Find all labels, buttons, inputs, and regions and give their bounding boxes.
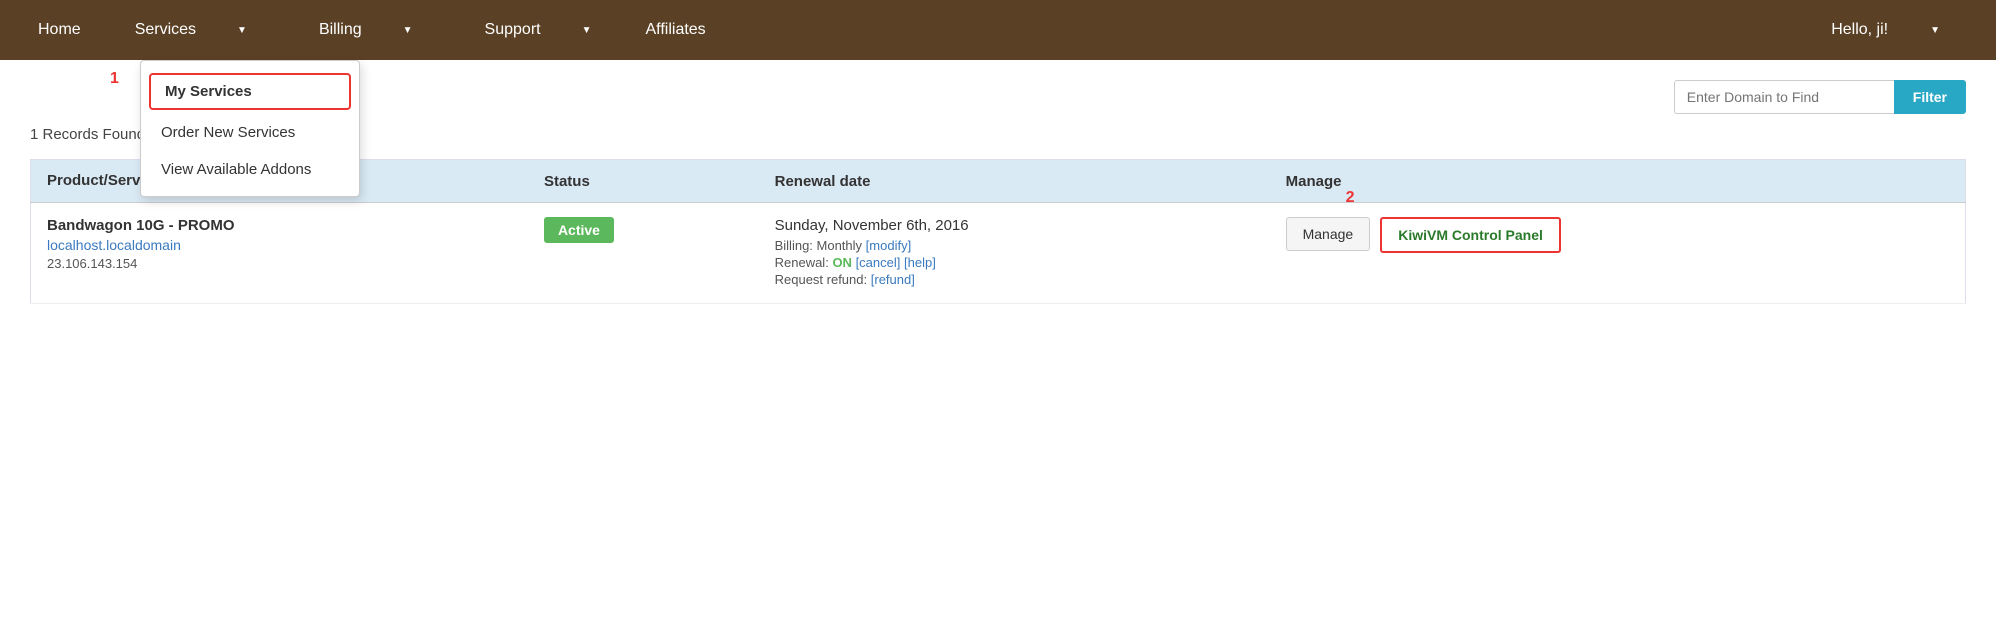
help-link[interactable]: [help] (904, 255, 936, 270)
renewal-detail: Renewal: ON [cancel] [help] (775, 255, 1254, 270)
refund-detail: Request refund: [refund] (775, 272, 1254, 287)
view-addons-menu-item[interactable]: View Available Addons (141, 151, 359, 188)
kiwi-control-panel-button[interactable]: KiwiVM Control Panel (1380, 217, 1561, 253)
renewal-on: ON (832, 255, 852, 270)
nav-services-label: Services (117, 0, 214, 60)
domain-filter-input[interactable] (1674, 80, 1894, 114)
renewal-cell: Sunday, November 6th, 2016 Billing: Mont… (759, 203, 1270, 304)
support-chevron-icon: ▼ (564, 0, 610, 60)
user-greeting-text: Hello, ji! (1813, 0, 1906, 60)
col-renewal: Renewal date (759, 160, 1270, 203)
col-manage: Manage (1270, 160, 1966, 203)
nav-services-dropdown[interactable]: Services ▼ (99, 0, 283, 60)
nav-affiliates[interactable]: Affiliates (628, 0, 724, 60)
user-chevron-icon: ▼ (1912, 0, 1958, 60)
user-greeting[interactable]: Hello, ji! ▼ (1795, 0, 1976, 60)
modify-link[interactable]: [modify] (866, 238, 912, 253)
billing-chevron-icon: ▼ (385, 0, 431, 60)
nav-support-label: Support (467, 0, 559, 60)
manage-cell: 2 Manage KiwiVM Control Panel (1270, 203, 1966, 304)
status-cell: Active (528, 203, 759, 304)
nav-home[interactable]: Home (20, 0, 99, 60)
nav-support-dropdown[interactable]: Support ▼ (449, 0, 628, 60)
table-row: Bandwagon 10G - PROMO localhost.localdom… (31, 203, 1966, 304)
product-name: Bandwagon 10G - PROMO (47, 217, 512, 234)
status-badge: Active (544, 217, 614, 243)
navbar: Home Services ▼ Billing ▼ Support ▼ Affi… (0, 0, 1996, 60)
step1-indicator: 1 (110, 70, 119, 88)
filter-button[interactable]: Filter (1894, 80, 1966, 114)
product-cell: Bandwagon 10G - PROMO localhost.localdom… (31, 203, 528, 304)
services-dropdown-menu: My Services Order New Services View Avai… (140, 60, 360, 197)
cancel-link[interactable]: [cancel] (856, 255, 901, 270)
product-domain[interactable]: localhost.localdomain (47, 237, 512, 253)
billing-detail: Billing: Monthly [modify] (775, 238, 1254, 253)
renewal-date: Sunday, November 6th, 2016 (775, 217, 1254, 234)
step2-indicator: 2 (1346, 189, 1355, 207)
nav-billing-label: Billing (301, 0, 380, 60)
order-new-services-menu-item[interactable]: Order New Services (141, 114, 359, 151)
nav-billing-dropdown[interactable]: Billing ▼ (283, 0, 449, 60)
col-status: Status (528, 160, 759, 203)
my-services-menu-item[interactable]: My Services (149, 73, 351, 110)
services-chevron-icon: ▼ (219, 0, 265, 60)
product-ip: 23.106.143.154 (47, 256, 512, 271)
manage-button[interactable]: Manage (1286, 217, 1371, 251)
manage-buttons: 2 Manage KiwiVM Control Panel (1286, 217, 1949, 253)
refund-link[interactable]: [refund] (871, 272, 915, 287)
